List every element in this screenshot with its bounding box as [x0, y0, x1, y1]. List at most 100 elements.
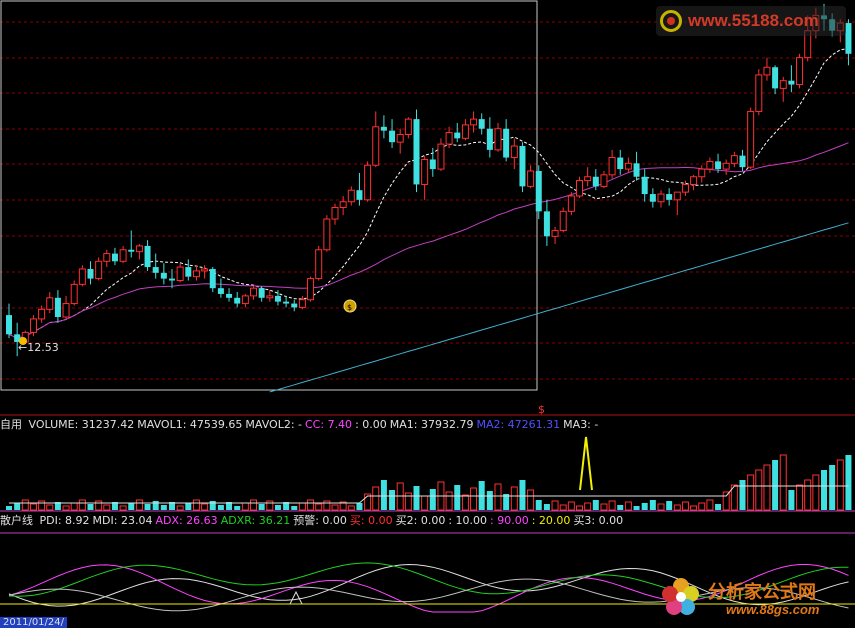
chart-markers: ←12.53$$	[18, 299, 545, 416]
volume-bar	[323, 500, 331, 511]
candle	[584, 167, 592, 187]
volume-bar	[551, 500, 559, 511]
signal-marker: $	[538, 403, 545, 416]
candle	[551, 226, 559, 245]
volume-bar	[176, 505, 184, 511]
candle	[608, 149, 616, 179]
volume-bar	[681, 501, 689, 511]
volume-bar	[739, 480, 746, 510]
volume-bar	[567, 501, 575, 511]
candle	[364, 161, 372, 202]
volume-bar	[494, 483, 502, 511]
volume-indicator-value-4: : 0.00	[355, 418, 387, 431]
volume-bar	[836, 459, 844, 511]
candle	[519, 142, 526, 193]
candle	[54, 290, 61, 323]
volume-indicator-value-2: MAVOL2: -	[245, 418, 302, 431]
watermark-55188-text: www.55188.com	[688, 11, 819, 30]
candle	[657, 190, 665, 208]
sanhu-indicator-value-6: 买2: 0.00	[395, 514, 446, 527]
candle	[250, 286, 257, 300]
candle	[527, 165, 535, 189]
volume-bar	[690, 505, 698, 511]
volume-indicator-name: 自用	[0, 418, 22, 431]
candle	[543, 199, 550, 246]
candle	[722, 159, 730, 175]
volume-bar	[519, 480, 526, 510]
volume-bar	[119, 505, 127, 511]
volume-bar	[103, 504, 111, 511]
candle	[135, 244, 143, 260]
logo-icon	[660, 10, 682, 32]
candle	[226, 288, 233, 302]
volume-bar	[62, 505, 70, 511]
sanhu-indicator-value-2: ADX: 26.63	[155, 514, 218, 527]
flower-logo-icon	[662, 578, 699, 615]
volume-bar	[135, 499, 143, 511]
candle	[339, 195, 347, 216]
candle	[666, 188, 673, 206]
candle	[95, 257, 103, 281]
volume-bar	[722, 491, 730, 511]
volume-bar	[14, 503, 21, 510]
candlestick-series	[6, 3, 852, 357]
candle	[690, 174, 698, 191]
volume-bar	[250, 499, 257, 511]
volume-indicator-value-5: MA1: 37932.79	[389, 418, 474, 431]
candle	[192, 265, 200, 281]
candle	[78, 265, 86, 287]
volume-bar	[755, 469, 763, 511]
candle	[46, 292, 54, 314]
candle	[258, 286, 265, 302]
candle	[111, 247, 118, 266]
volume-bar	[698, 502, 706, 511]
volume-bars	[6, 436, 852, 511]
candle	[567, 192, 575, 216]
volume-bar	[592, 500, 599, 510]
volume-bar	[331, 504, 339, 511]
volume-bar	[356, 503, 363, 510]
volume-bar	[291, 506, 298, 510]
volume-bar	[543, 504, 550, 510]
ma-short-line	[8, 47, 849, 339]
candle	[421, 155, 429, 200]
volume-bar	[633, 506, 640, 510]
money-bag-symbol: $	[347, 303, 352, 312]
volume-bar	[779, 454, 787, 511]
candle	[600, 170, 608, 189]
sanhu-indicator-value-9: : 20.00	[531, 514, 571, 527]
sanhu-indicator-values: PDI: 8.92 MDI: 23.04 ADX: 26.63 ADXR: 36.21…	[40, 514, 627, 527]
volume-bar	[715, 504, 722, 510]
candle	[396, 128, 404, 154]
price-grid	[0, 21, 855, 534]
volume-ma-line	[9, 485, 849, 504]
volume-bar	[201, 503, 209, 511]
volume-bar	[258, 504, 265, 510]
candle	[103, 249, 111, 268]
candle	[494, 122, 502, 152]
candle	[429, 147, 436, 177]
stock-chart[interactable]: ←12.53$$	[0, 0, 855, 628]
sanhu-indicator-value-1: MDI: 23.04	[92, 514, 153, 527]
candle	[266, 290, 274, 302]
candle	[413, 109, 420, 193]
candle	[323, 215, 331, 252]
candle	[160, 263, 167, 285]
candle	[241, 293, 249, 308]
volume-bar	[486, 491, 493, 510]
candle	[152, 253, 159, 279]
sanhu-indicator-value-8: : 90.00	[490, 514, 529, 527]
volume-bar	[160, 505, 167, 510]
candle	[772, 65, 779, 95]
volume-indicator-value-1: MAVOL1: 47539.65	[137, 418, 243, 431]
candle	[331, 203, 339, 225]
volume-bar	[389, 490, 396, 510]
volume-bar	[510, 486, 518, 511]
candle	[559, 207, 567, 233]
watermark-88gs: 分析家公式网 www.88gs.com	[656, 570, 855, 626]
volume-bar	[584, 502, 592, 511]
candle	[673, 191, 681, 216]
candle	[747, 107, 755, 170]
volume-spike-line	[579, 436, 593, 491]
candle	[119, 245, 127, 264]
